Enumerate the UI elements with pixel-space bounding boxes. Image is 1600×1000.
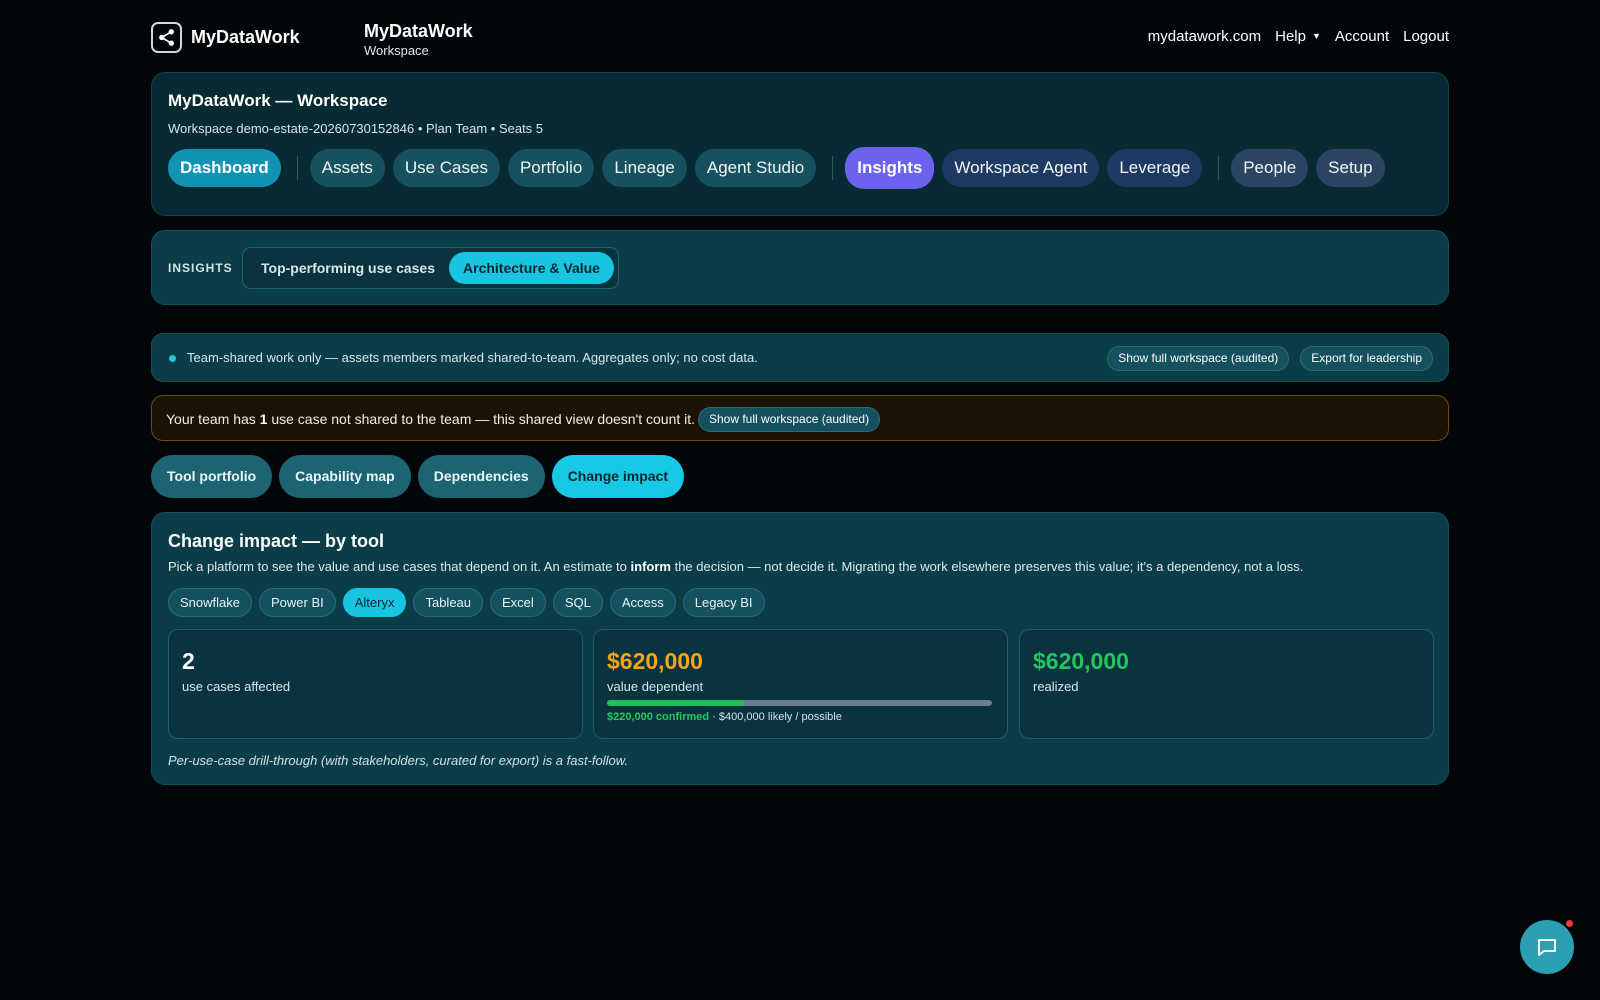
change-impact-description: Pick a platform to see the value and use… bbox=[168, 559, 1438, 574]
insights-bar: INSIGHTS Top-performing use cases Archit… bbox=[151, 230, 1449, 305]
tool-chip-access[interactable]: Access bbox=[609, 588, 676, 617]
chat-launcher-button[interactable] bbox=[1520, 920, 1574, 974]
stat-label: value dependent bbox=[607, 679, 704, 694]
help-menu[interactable]: Help ▼ bbox=[1275, 28, 1321, 45]
tool-chip-alteryx[interactable]: Alteryx bbox=[342, 588, 407, 617]
account-link[interactable]: Account bbox=[1335, 28, 1389, 45]
tool-chips: Snowflake Power BI Alteryx Tableau Excel… bbox=[168, 588, 765, 617]
tab-divider bbox=[1218, 156, 1220, 180]
brand-title: MyDataWork bbox=[364, 21, 473, 41]
brand-subtitle: Workspace bbox=[364, 43, 429, 58]
tab-lineage[interactable]: Lineage bbox=[602, 149, 687, 187]
subtab-dependencies[interactable]: Dependencies bbox=[417, 455, 545, 498]
caret-down-icon: ▼ bbox=[1311, 31, 1321, 41]
stat-label: use cases affected bbox=[182, 679, 291, 694]
status-dot bbox=[169, 355, 176, 362]
confirmed-progress-fill bbox=[607, 700, 744, 706]
chat-bubble-icon bbox=[1538, 939, 1556, 956]
likely-amount: · $400,000 likely / possible bbox=[709, 711, 842, 723]
scope-notice: Team-shared work only — assets members m… bbox=[151, 333, 1449, 382]
confirmed-amount: $220,000 confirmed bbox=[607, 711, 710, 723]
desc-part: Pick a platform to see the value and use… bbox=[168, 559, 631, 574]
tab-dashboard[interactable]: Dashboard bbox=[168, 149, 281, 187]
change-impact-panel: Change impact — by tool Pick a platform … bbox=[151, 512, 1449, 785]
unshared-warning: Your team has 1 use case not shared to t… bbox=[151, 395, 1449, 441]
tool-chip-tableau[interactable]: Tableau bbox=[413, 588, 484, 617]
export-leadership-button[interactable]: Export for leadership bbox=[1300, 346, 1433, 371]
brand: MyDataWork Workspace bbox=[364, 20, 473, 59]
stat-label: realized bbox=[1033, 679, 1079, 694]
tool-chip-snowflake[interactable]: Snowflake bbox=[168, 588, 252, 617]
subtab-change-impact[interactable]: Change impact bbox=[551, 455, 685, 498]
logo-text: MyDataWork bbox=[191, 27, 300, 47]
tab-setup[interactable]: Setup bbox=[1316, 149, 1385, 187]
tab-portfolio[interactable]: Portfolio bbox=[507, 149, 595, 187]
segment-top-performing[interactable]: Top-performing use cases bbox=[247, 252, 449, 284]
warning-show-full-button[interactable]: Show full workspace (audited) bbox=[698, 407, 881, 432]
main-tabs: Dashboard Assets Use Cases Portfolio Lin… bbox=[168, 147, 1393, 189]
show-full-workspace-button[interactable]: Show full workspace (audited) bbox=[1107, 346, 1290, 371]
help-label: Help bbox=[1275, 28, 1306, 45]
insights-segmented-control: Top-performing use cases Architecture & … bbox=[242, 247, 619, 289]
tool-chip-sql[interactable]: SQL bbox=[552, 588, 603, 617]
tab-assets[interactable]: Assets bbox=[309, 149, 385, 187]
warning-suffix: use case not shared to the team — this s… bbox=[267, 411, 696, 427]
stat-value: 2 bbox=[182, 648, 195, 674]
segment-architecture-value[interactable]: Architecture & Value bbox=[449, 252, 614, 284]
tab-use-cases[interactable]: Use Cases bbox=[392, 149, 500, 187]
share-nodes-icon bbox=[151, 22, 182, 53]
tab-divider bbox=[296, 156, 298, 180]
notice-actions: Show full workspace (audited) Export for… bbox=[1107, 346, 1433, 371]
warning-prefix: Your team has bbox=[166, 411, 260, 427]
tab-agent-studio[interactable]: Agent Studio bbox=[694, 149, 817, 187]
tab-divider bbox=[832, 156, 834, 180]
workspace-header: MyDataWork — Workspace Workspace demo-es… bbox=[151, 72, 1449, 216]
tab-insights[interactable]: Insights bbox=[845, 147, 935, 189]
progress-caption: $220,000 confirmed · $400,000 likely / p… bbox=[607, 711, 842, 723]
stat-use-cases-affected: 2 use cases affected bbox=[168, 629, 583, 739]
stat-value: $620,000 bbox=[607, 648, 703, 674]
stat-value: $620,000 bbox=[1033, 648, 1129, 674]
workspace-meta: Workspace demo-estate-20260730152846 • P… bbox=[168, 121, 544, 136]
tool-chip-excel[interactable]: Excel bbox=[490, 588, 546, 617]
top-nav: mydatawork.com Help ▼ Account Logout bbox=[1148, 28, 1449, 45]
notification-badge bbox=[1566, 920, 1573, 927]
site-link[interactable]: mydatawork.com bbox=[1148, 28, 1261, 45]
tab-people[interactable]: People bbox=[1231, 149, 1309, 187]
desc-part: the decision — not decide it. Migrating … bbox=[670, 559, 1304, 574]
change-impact-footnote: Per-use-case drill-through (with stakeho… bbox=[168, 753, 629, 768]
subtab-tool-portfolio[interactable]: Tool portfolio bbox=[151, 455, 273, 498]
architecture-subtabs: Tool portfolio Capability map Dependenci… bbox=[151, 455, 1449, 498]
confirmed-progress-bar bbox=[607, 700, 992, 706]
desc-emphasis: inform bbox=[630, 559, 671, 574]
tab-workspace-agent[interactable]: Workspace Agent bbox=[942, 149, 1100, 187]
change-impact-title: Change impact — by tool bbox=[168, 531, 385, 551]
logout-link[interactable]: Logout bbox=[1403, 28, 1449, 45]
page-title: MyDataWork — Workspace bbox=[168, 91, 388, 110]
logo[interactable]: MyDataWork bbox=[151, 22, 300, 53]
notice-text: Team-shared work only — assets members m… bbox=[187, 350, 758, 365]
stat-value-dependent: $620,000 value dependent $220,000 confir… bbox=[593, 629, 1008, 739]
tool-chip-power-bi[interactable]: Power BI bbox=[258, 588, 336, 617]
subtab-capability-map[interactable]: Capability map bbox=[279, 455, 411, 498]
warning-text: Your team has 1 use case not shared to t… bbox=[166, 411, 695, 427]
stat-realized: $620,000 realized bbox=[1019, 629, 1434, 739]
tab-leverage[interactable]: Leverage bbox=[1107, 149, 1203, 187]
insights-label: INSIGHTS bbox=[168, 261, 233, 275]
top-bar: MyDataWork MyDataWork Workspace mydatawo… bbox=[151, 18, 1449, 62]
tool-chip-legacy-bi[interactable]: Legacy BI bbox=[682, 588, 765, 617]
